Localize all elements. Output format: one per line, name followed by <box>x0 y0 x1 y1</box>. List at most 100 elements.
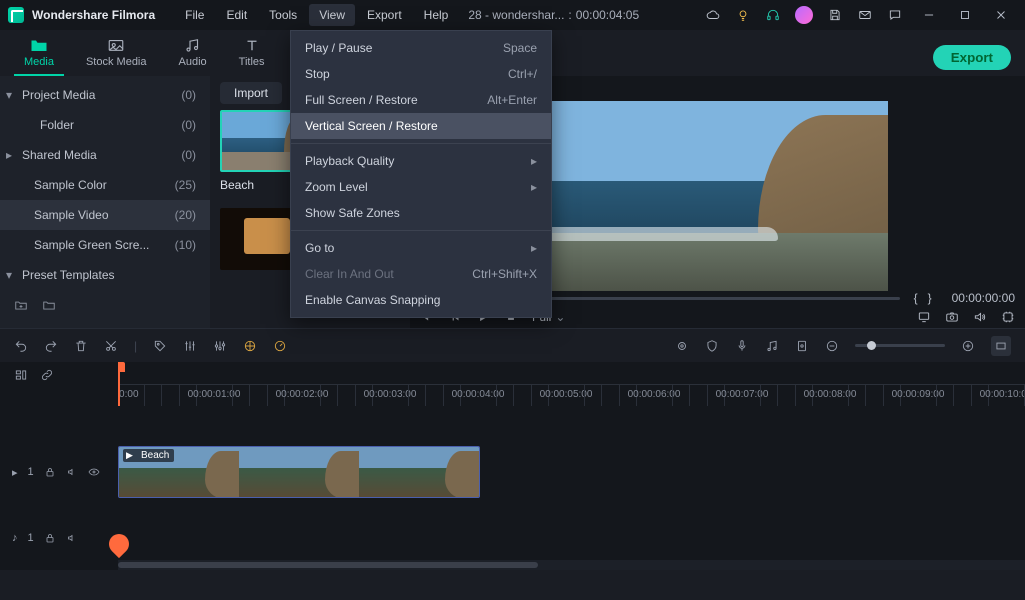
avatar[interactable] <box>795 6 813 24</box>
view-canvas-snapping[interactable]: Enable Canvas Snapping <box>291 287 551 313</box>
tracks-area: ▸ 1 Beach ♪ 1 <box>0 406 1025 560</box>
tab-media[interactable]: Media <box>14 33 64 76</box>
fit-icon[interactable] <box>991 336 1011 356</box>
menu-file[interactable]: File <box>175 4 214 26</box>
track-options-icon[interactable] <box>14 368 28 382</box>
view-fullscreen[interactable]: Full Screen / RestoreAlt+Enter <box>291 87 551 113</box>
tab-label: Titles <box>239 56 265 68</box>
redo-icon[interactable] <box>44 339 58 353</box>
video-track-icon: ▸ <box>12 466 18 479</box>
view-clear-inout: Clear In And OutCtrl+Shift+X <box>291 261 551 287</box>
view-stop[interactable]: StopCtrl+/ <box>291 61 551 87</box>
tab-stock-media[interactable]: Stock Media <box>76 33 157 76</box>
playhead[interactable] <box>118 362 120 406</box>
menu-separator <box>291 230 551 231</box>
maximize-button[interactable] <box>949 3 981 27</box>
menu-tools[interactable]: Tools <box>259 4 307 26</box>
message-icon[interactable] <box>887 7 903 23</box>
ruler-track[interactable]: 00:0000:00:01:0000:00:02:0000:00:03:0000… <box>118 362 1025 406</box>
view-safe-zones[interactable]: Show Safe Zones <box>291 200 551 226</box>
view-goto[interactable]: Go to▸ <box>291 235 551 261</box>
sidebar-item-sample-green[interactable]: Sample Green Scre...(10) <box>0 230 210 260</box>
project-name: 28 - wondershar... <box>468 8 564 22</box>
delete-icon[interactable] <box>74 339 88 353</box>
mute-icon[interactable] <box>66 466 78 478</box>
marker-icon[interactable] <box>795 339 809 353</box>
headphone-icon[interactable] <box>765 7 781 23</box>
audio-track-body[interactable] <box>118 524 1025 552</box>
view-vertical-screen[interactable]: Vertical Screen / Restore <box>291 113 551 139</box>
lock-icon[interactable] <box>44 532 56 544</box>
app-title: Wondershare Filmora <box>32 8 155 22</box>
menu-separator <box>291 143 551 144</box>
mark-out-label[interactable]: } <box>928 291 932 305</box>
sidebar-item-folder[interactable]: Folder(0) <box>0 110 210 140</box>
speed-icon[interactable] <box>273 339 287 353</box>
menu-view[interactable]: View <box>309 4 355 26</box>
menubar: File Edit Tools View Export Help <box>175 4 458 26</box>
sidebar-item-project-media[interactable]: ▾Project Media(0) <box>0 80 210 110</box>
color-icon[interactable] <box>243 339 257 353</box>
eye-icon[interactable] <box>88 466 100 478</box>
tab-label: Media <box>24 56 54 68</box>
minimize-button[interactable] <box>913 3 945 27</box>
import-button[interactable]: Import <box>220 82 282 104</box>
new-folder-icon[interactable] <box>14 298 28 312</box>
scrollbar-track[interactable] <box>118 560 1025 570</box>
save-icon[interactable] <box>827 7 843 23</box>
view-play-pause[interactable]: Play / PauseSpace <box>291 35 551 61</box>
cut-icon[interactable] <box>104 339 118 353</box>
settings-icon[interactable] <box>1001 310 1015 324</box>
sidebar-actions <box>0 290 210 320</box>
sliders-icon[interactable] <box>213 339 227 353</box>
lightbulb-icon[interactable] <box>735 7 751 23</box>
mail-icon[interactable] <box>857 7 873 23</box>
timeline: 00:0000:00:01:0000:00:02:0000:00:03:0000… <box>0 362 1025 570</box>
mark-in-label[interactable]: { <box>914 291 918 305</box>
menu-edit[interactable]: Edit <box>216 4 257 26</box>
mute-icon[interactable] <box>66 532 78 544</box>
display-icon[interactable] <box>917 310 931 324</box>
tab-audio[interactable]: Audio <box>169 33 217 76</box>
music-icon[interactable] <box>765 339 779 353</box>
sidebar: ▾Project Media(0) Folder(0) ▸Shared Medi… <box>0 76 210 328</box>
record-icon[interactable] <box>675 339 689 353</box>
video-track-head: ▸ 1 <box>0 446 118 498</box>
video-clip-beach[interactable]: Beach <box>118 446 480 498</box>
adjust-icon[interactable] <box>183 339 197 353</box>
zoom-in-icon[interactable] <box>961 339 975 353</box>
snapshot-icon[interactable] <box>945 310 959 324</box>
close-button[interactable] <box>985 3 1017 27</box>
preview-image <box>548 101 888 291</box>
app-logo-icon <box>8 7 24 23</box>
ruler-controls <box>0 362 118 406</box>
view-zoom-level[interactable]: Zoom Level▸ <box>291 174 551 200</box>
tab-label: Stock Media <box>86 56 147 68</box>
sidebar-item-shared-media[interactable]: ▸Shared Media(0) <box>0 140 210 170</box>
sidebar-item-sample-video[interactable]: Sample Video(20) <box>0 200 210 230</box>
view-playback-quality[interactable]: Playback Quality▸ <box>291 148 551 174</box>
link-icon[interactable] <box>40 368 54 382</box>
lock-icon[interactable] <box>44 466 56 478</box>
audio-track-num: 1 <box>28 532 34 544</box>
mic-icon[interactable] <box>735 339 749 353</box>
zoom-slider[interactable] <box>855 344 945 347</box>
undo-icon[interactable] <box>14 339 28 353</box>
open-folder-icon[interactable] <box>42 298 56 312</box>
tag-icon[interactable] <box>153 339 167 353</box>
tab-titles[interactable]: Titles <box>229 33 275 76</box>
video-track-body[interactable]: Beach <box>118 446 1025 498</box>
zoom-out-icon[interactable] <box>825 339 839 353</box>
menu-export[interactable]: Export <box>357 4 412 26</box>
menu-help[interactable]: Help <box>414 4 459 26</box>
sidebar-item-sample-color[interactable]: Sample Color(25) <box>0 170 210 200</box>
export-button[interactable]: Export <box>933 45 1011 70</box>
audio-track-head: ♪ 1 <box>0 524 118 552</box>
cloud-icon[interactable] <box>705 7 721 23</box>
scrollbar-thumb[interactable] <box>118 562 538 568</box>
audio-track: ♪ 1 <box>0 524 1025 552</box>
volume-icon[interactable] <box>973 310 987 324</box>
sidebar-item-preset-templates[interactable]: ▾Preset Templates <box>0 260 210 290</box>
shield-icon[interactable] <box>705 339 719 353</box>
tab-label: Audio <box>179 56 207 68</box>
